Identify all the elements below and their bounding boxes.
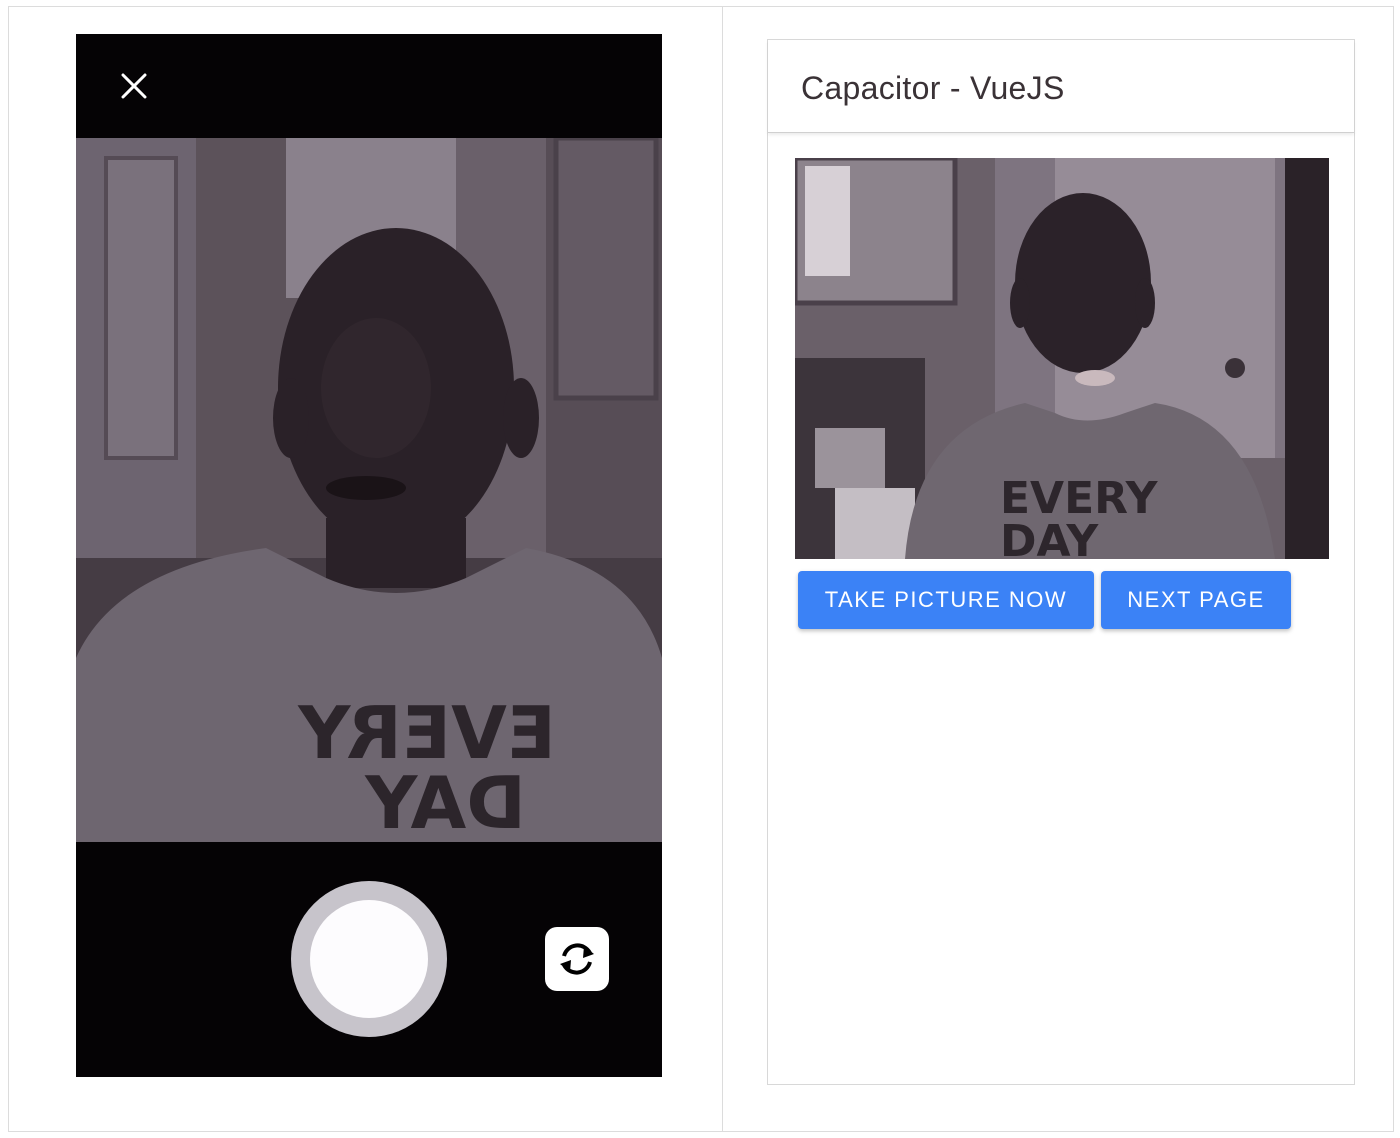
svg-text:DAY: DAY	[1000, 516, 1099, 559]
app-screen: Capacitor - VueJS EVERY DAY TAKE PICTURE…	[767, 39, 1355, 1085]
page-title: Capacitor - VueJS	[801, 70, 1065, 106]
close-icon	[121, 73, 147, 99]
camera-preview-screen: EVERY DAY	[76, 34, 662, 1077]
take-picture-button[interactable]: TAKE PICTURE NOW	[798, 571, 1094, 629]
close-button[interactable]	[116, 68, 152, 104]
camera-flip-icon	[560, 943, 594, 975]
camera-top-bar	[76, 34, 662, 138]
flip-camera-button[interactable]	[545, 927, 609, 991]
captured-photo: EVERY DAY	[795, 158, 1329, 559]
svg-text:DAY: DAY	[364, 761, 526, 842]
app-header: Capacitor - VueJS	[768, 40, 1354, 133]
next-page-button[interactable]: NEXT PAGE	[1101, 571, 1291, 629]
camera-live-feed: EVERY DAY	[76, 138, 662, 842]
shutter-button[interactable]	[291, 881, 447, 1037]
shutter-inner	[310, 900, 428, 1018]
camera-bottom-bar	[76, 842, 662, 1077]
